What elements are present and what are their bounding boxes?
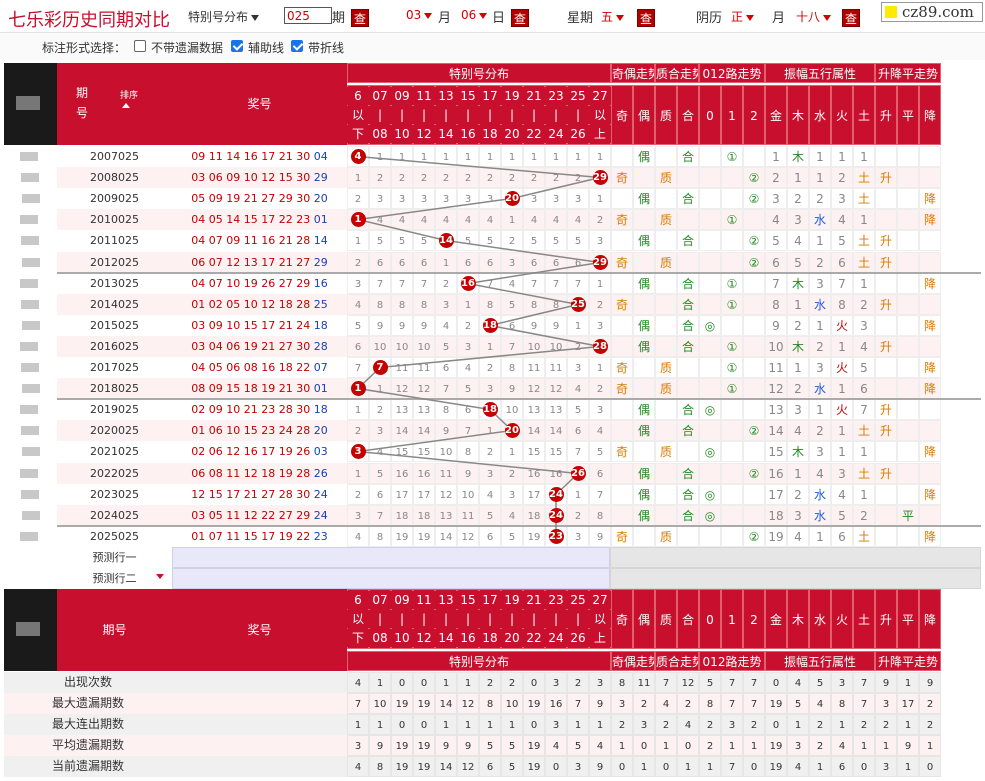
polyline-segment — [489, 303, 579, 327]
special-number-ball: 20 — [504, 191, 520, 206]
special-number-ball: 23 — [548, 529, 564, 544]
special-number-polyline — [357, 155, 601, 537]
special-number-ball: 7 — [372, 360, 388, 375]
special-number-ball: 1 — [350, 212, 366, 227]
special-number-ball: 3 — [350, 444, 366, 459]
special-number-ball: 25 — [570, 297, 586, 312]
polyline-segment — [489, 324, 601, 348]
polyline-segment — [357, 387, 491, 411]
polyline-segment — [357, 218, 447, 242]
special-number-ball: 28 — [592, 339, 608, 354]
polyline-segment — [357, 155, 601, 179]
special-number-ball: 16 — [460, 276, 476, 291]
special-number-ball: 26 — [570, 466, 586, 481]
special-number-ball: 18 — [482, 318, 498, 333]
polyline-segment — [445, 239, 601, 264]
special-number-ball: 18 — [482, 402, 498, 417]
special-number-ball: 29 — [592, 255, 608, 270]
special-number-ball: 24 — [548, 487, 564, 502]
special-number-ball: 14 — [438, 233, 454, 248]
special-number-ball: 4 — [350, 149, 366, 164]
polyline-segment — [379, 345, 601, 369]
polyline-segment — [357, 197, 513, 221]
polyline-segment — [357, 450, 579, 475]
special-number-ball: 29 — [592, 170, 608, 185]
polyline-segment — [467, 282, 579, 306]
polyline-segment — [357, 429, 513, 453]
polyline-segment — [511, 176, 601, 200]
special-number-ball: 1 — [350, 381, 366, 396]
special-number-ball: 20 — [504, 423, 520, 438]
polyline-segment — [467, 261, 601, 285]
special-number-ball: 24 — [548, 508, 564, 523]
